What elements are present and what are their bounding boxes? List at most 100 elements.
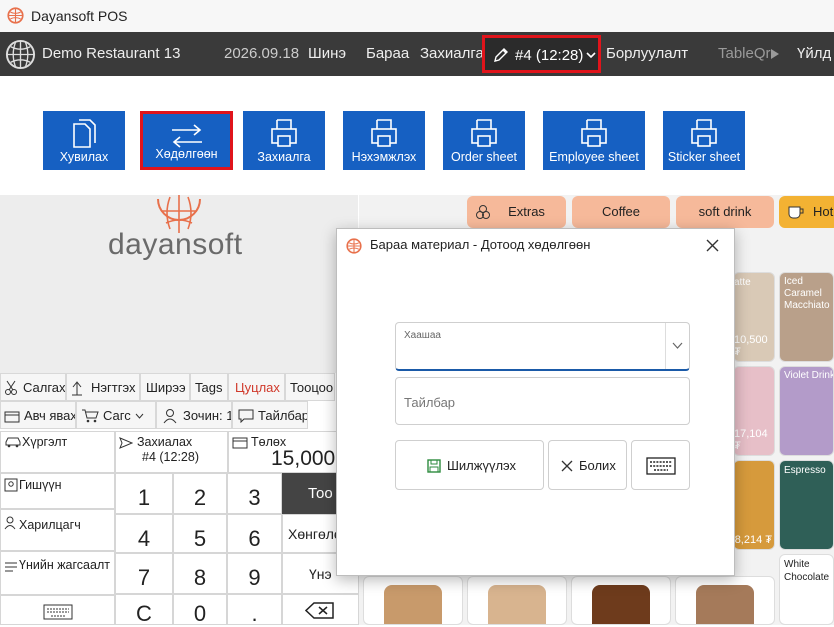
bill-button[interactable]: Тооцоо [285, 373, 335, 401]
takeaway-button[interactable]: Авч явах [0, 401, 76, 429]
close-icon[interactable] [706, 239, 719, 252]
product-card[interactable] [675, 576, 775, 625]
takeaway-label: Авч явах [24, 408, 76, 423]
note-button[interactable]: Тайлбар [232, 401, 308, 429]
sticker-sheet-button[interactable]: Sticker sheet [663, 111, 745, 170]
transfer-button[interactable]: Хөдөлгөөн [140, 111, 233, 170]
box-icon [4, 411, 20, 423]
category-extras-label: Extras [508, 204, 545, 219]
current-order-label: #4 (12:28) [515, 47, 584, 64]
copy-button-label: Хувилах [59, 150, 109, 164]
scissors-icon [5, 380, 17, 395]
current-order-tab[interactable]: #4 (12:28) [482, 35, 601, 73]
hot-cup-icon [788, 206, 804, 219]
guest-count-button[interactable]: Зочин: 1 [156, 401, 232, 429]
employee-sheet-button[interactable]: Employee sheet [543, 111, 645, 170]
product-card[interactable] [363, 576, 463, 625]
product-card[interactable]: atte 10,500 ₮ [733, 272, 775, 362]
note-input[interactable]: Тайлбар [395, 377, 690, 425]
bill-label: Тооцоо [290, 380, 334, 395]
key-4[interactable]: 4 [115, 514, 173, 553]
printer-icon [471, 119, 497, 147]
key-decimal[interactable]: . [227, 594, 282, 626]
category-soft-drink[interactable]: soft drink [676, 196, 774, 228]
member-button[interactable]: Гишүүн [0, 473, 115, 509]
split-button[interactable]: Салгах [0, 373, 66, 401]
cart-icon [82, 409, 99, 423]
delivery-button[interactable]: Хүргэлт [0, 431, 115, 473]
app-logo-icon [346, 238, 362, 254]
note-placeholder: Тайлбар [404, 395, 456, 410]
nav-orders[interactable]: Захиалга [420, 45, 484, 62]
send-order-button[interactable]: Захиалах #4 (12:28) [115, 431, 228, 473]
product-card[interactable]: 8,214 ₮ [733, 460, 775, 550]
key-1[interactable]: 1 [115, 473, 173, 514]
nav-sales[interactable]: Борлуулалт [606, 45, 688, 62]
product-card-violet-drink[interactable]: Violet Drink [779, 366, 834, 456]
cancel-button[interactable]: Болих [548, 440, 627, 490]
product-card-white-chocolate[interactable]: White Chocolate [779, 554, 834, 625]
backspace-button[interactable] [282, 594, 359, 625]
transfer-dialog: Бараа материал - Дотоод хөдөлгөөн Хаашаа… [336, 228, 735, 576]
invoice-label: Нэхэмжлэх [351, 150, 417, 164]
cart-label: Сагс [103, 408, 131, 423]
product-image [488, 585, 546, 624]
key-8[interactable]: 8 [173, 553, 227, 594]
list-icon [5, 562, 17, 572]
customer-button[interactable]: Харилцагч [0, 509, 115, 551]
tags-button[interactable]: Tags [190, 373, 228, 401]
nav-new[interactable]: Шинэ [308, 45, 346, 62]
app-logo-icon [7, 7, 24, 24]
destination-label: Хаашаа [404, 330, 441, 341]
keyboard-toggle-button[interactable] [0, 595, 115, 625]
product-card-iced-caramel[interactable]: Iced Caramel Macchiato [779, 272, 834, 362]
save-icon [427, 459, 441, 473]
destination-select[interactable]: Хаашаа [395, 322, 690, 371]
product-card-espresso[interactable]: Espresso [779, 460, 834, 550]
keyboard-icon [646, 457, 676, 475]
nav-goods[interactable]: Бараа [366, 45, 409, 62]
key-3[interactable]: 3 [227, 473, 282, 514]
key-clear[interactable]: C [115, 594, 173, 626]
category-coffee-label: Coffee [601, 204, 641, 219]
key-9[interactable]: 9 [227, 553, 282, 594]
nav-tableqr[interactable]: TableQr [718, 45, 771, 62]
category-extras[interactable]: Extras [467, 196, 566, 228]
payment-amount: 15,000 [271, 447, 336, 470]
product-name: Espresso [784, 465, 826, 476]
cancel-order-button[interactable]: Цуцлах [228, 373, 285, 401]
cart-dropdown[interactable]: Сагс [76, 401, 156, 429]
copy-button[interactable]: Хувилах [43, 111, 125, 170]
pricelist-button[interactable]: Үнийн жагсаалт [0, 551, 115, 595]
guest-count-label: Зочин: 1 [183, 408, 232, 423]
key-6[interactable]: 6 [227, 514, 282, 553]
key-2[interactable]: 2 [173, 473, 227, 514]
order-sheet-button[interactable]: Order sheet [443, 111, 525, 170]
key-0[interactable]: 0 [173, 594, 227, 626]
brand-panel: dayansoft [0, 195, 358, 373]
restaurant-globe-icon[interactable] [4, 38, 37, 71]
merge-button[interactable]: Нэгтгэх [66, 373, 140, 401]
nav-more[interactable]: Үйлд [797, 45, 831, 62]
invoice-button[interactable]: Нэхэмжлэх [343, 111, 425, 170]
person-icon [4, 516, 16, 530]
product-card[interactable] [467, 576, 567, 625]
transfer-button-label: Хөдөлгөөн [155, 147, 218, 161]
category-coffee[interactable]: Coffee [572, 196, 670, 228]
keyboard-button[interactable] [631, 440, 690, 490]
car-icon [5, 437, 21, 448]
category-hot[interactable]: Hot [779, 196, 834, 228]
merge-arrow-icon [72, 381, 82, 396]
move-button[interactable]: Шилжүүлэх [395, 440, 544, 490]
key-7[interactable]: 7 [115, 553, 173, 594]
product-card[interactable]: 17,104 ₮ [733, 366, 775, 456]
product-card[interactable] [571, 576, 671, 625]
move-button-label: Шилжүүлэх [447, 458, 517, 473]
table-button[interactable]: Ширээ [140, 373, 190, 401]
product-price: 8,214 ₮ [734, 534, 772, 546]
restaurant-name[interactable]: Demo Restaurant 13 [42, 45, 180, 62]
printer-icon [691, 119, 717, 147]
close-icon [561, 460, 573, 472]
order-print-button[interactable]: Захиалга [243, 111, 325, 170]
key-5[interactable]: 5 [173, 514, 227, 553]
